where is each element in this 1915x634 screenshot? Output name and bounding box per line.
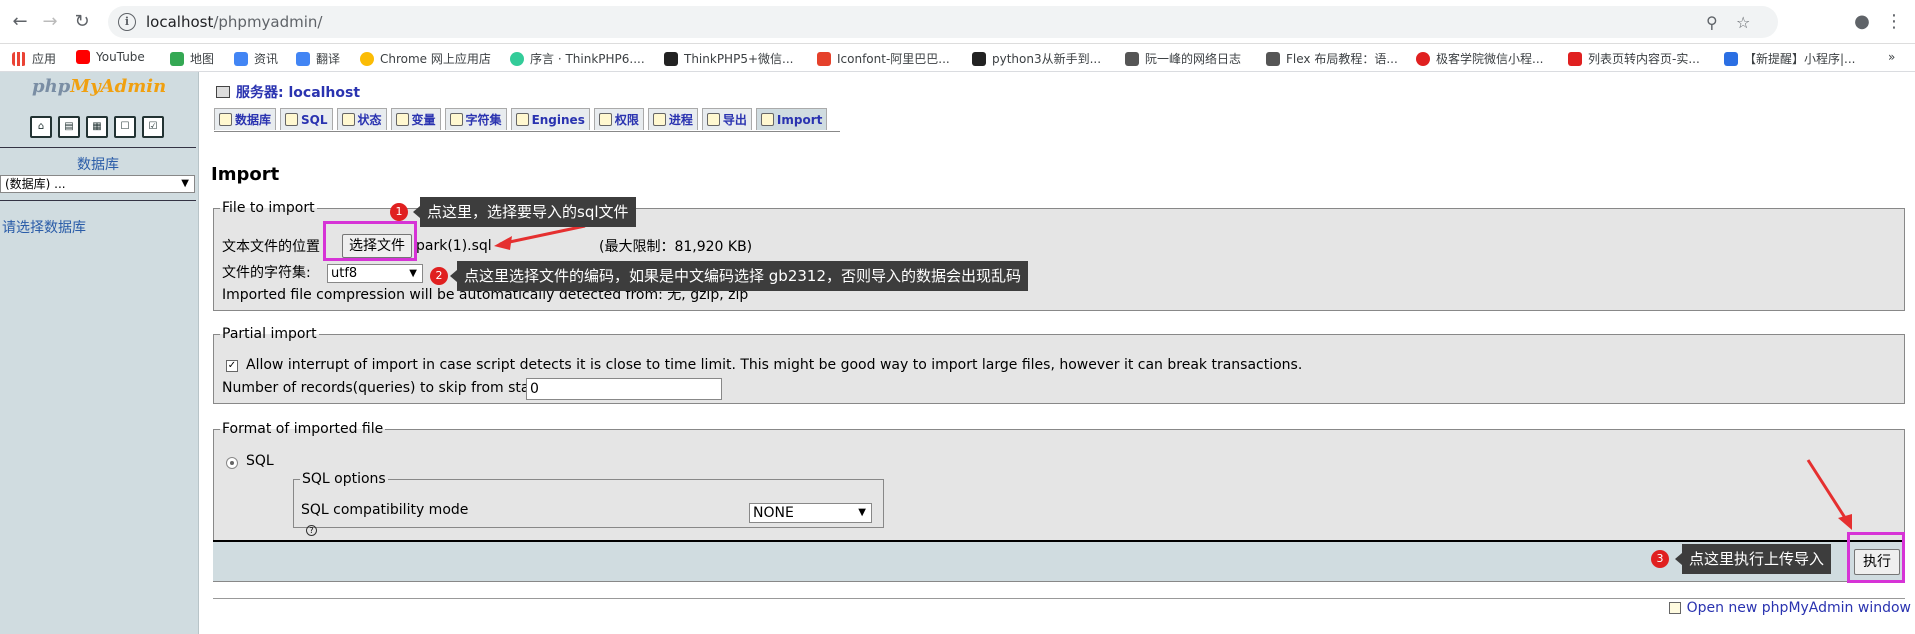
step-badge-1: 1 <box>390 203 408 221</box>
arrow-to-go-button <box>1806 459 1851 525</box>
tooltip-step-1: 点这里，选择要导入的sql文件 <box>413 197 636 227</box>
arrowhead <box>494 236 512 250</box>
arrowhead <box>1838 514 1852 530</box>
step-badge-2: 2 <box>430 267 448 285</box>
arrow-to-file-name <box>499 224 586 246</box>
step-badge-3: 3 <box>1651 550 1669 568</box>
tooltip-step-3: 点这里执行上传导入 <box>1674 544 1832 574</box>
annotation-arrows <box>494 224 1852 530</box>
tooltip-step-2: 点这里选择文件的编码，如果是中文编码选择 gb2312，否则导入的数据会出现乱码 <box>450 261 1028 291</box>
